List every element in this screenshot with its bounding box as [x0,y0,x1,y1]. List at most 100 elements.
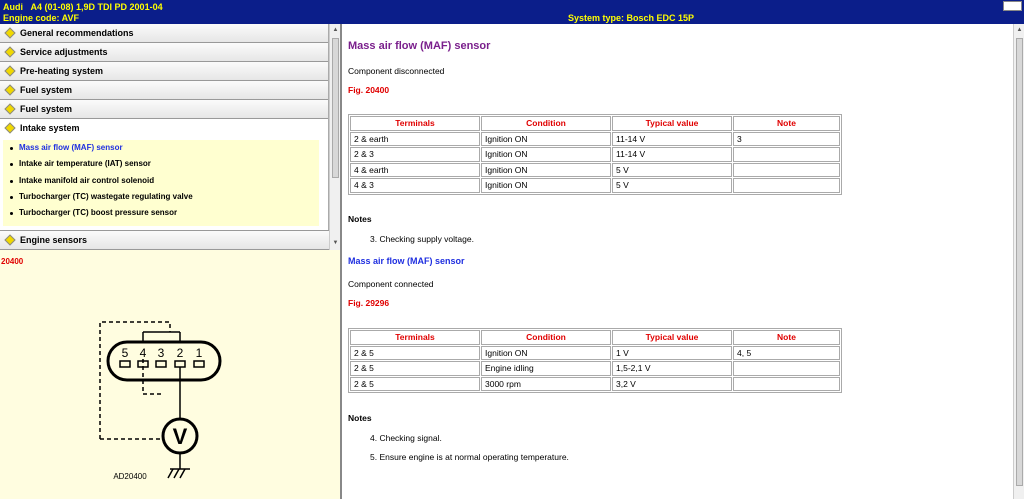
table-row: 2 & 5 Ignition ON 1 V 4, 5 [350,345,840,360]
table-cell: Ignition ON [481,345,611,360]
column-header: Condition [481,116,611,131]
note-item: 5. Ensure engine is at normal operating … [370,452,569,462]
table-cell [733,178,840,193]
pin-label: 1 [196,346,203,360]
menu-item-label: Fuel system [20,85,73,95]
scroll-up-arrow-icon[interactable]: ▲ [332,27,339,34]
bullet-icon [10,212,13,216]
bullet-icon [10,163,13,167]
table-cell: 4 & 3 [350,178,480,193]
data-table-connected: Terminals Condition Typical value Note 2… [348,328,842,393]
table-row: 2 & 5 Engine idling 1,5-2,1 V [350,361,840,376]
diamond-icon [4,234,16,246]
note-item: 4. Checking signal. [370,433,442,443]
vehicle-title: Audi A4 (01-08) 1,9D TDI PD 2001-04 [3,2,163,12]
notes-heading: Notes [348,413,372,423]
table-row: 2 & 5 3000 rpm 3,2 V [350,376,840,391]
table-cell: 5 V [612,178,732,193]
maf-wiring-diagram: 5 4 3 2 1 V AD20400 [99,321,222,481]
menu-item-label: Fuel system [20,104,73,114]
table-cell: 1,5-2,1 V [612,361,732,376]
menu-item-label: General recommendations [20,28,134,38]
diamond-icon [4,84,16,96]
submenu-item-label: Intake air temperature (IAT) sensor [19,159,151,169]
table-cell: 3 [733,131,840,146]
table-row: 4 & 3 Ignition ON 5 V [350,178,840,193]
column-header: Typical value [612,116,732,131]
column-header: Note [733,330,840,345]
menu-item-label: Intake system [20,123,80,133]
table-cell [733,162,840,177]
left-panel: General recommendations Service adjustme… [0,24,340,499]
diamond-icon [4,122,16,134]
section-subtitle: Mass air flow (MAF) sensor [348,256,465,266]
diagram-code: AD20400 [113,472,147,481]
menu-item-pre-heating-system[interactable]: Pre-heating system [0,62,328,81]
table-cell: 2 & 5 [350,345,480,360]
table-cell: 2 & earth [350,131,480,146]
table-cell: Ignition ON [481,162,611,177]
submenu-item-manifold-solenoid[interactable]: Intake manifold air control solenoid [3,173,319,189]
menu-item-fuel-system-2[interactable]: Fuel system [0,100,328,119]
menu-item-general-recommendations[interactable]: General recommendations [0,24,328,43]
table-cell: 4 & earth [350,162,480,177]
scroll-down-arrow-icon[interactable]: ▼ [332,240,339,247]
table-row: 4 & earth Ignition ON 5 V [350,162,840,177]
table-cell: Ignition ON [481,178,611,193]
figure-reference[interactable]: Fig. 20400 [348,85,389,95]
diamond-icon [4,65,16,77]
vehicle-make: Audi [3,2,23,12]
scroll-up-arrow-icon[interactable]: ▲ [1016,27,1023,34]
table-cell [733,147,840,162]
diamond-icon [4,46,16,58]
column-header: Note [733,116,840,131]
table-cell: 2 & 5 [350,361,480,376]
column-header: Typical value [612,330,732,345]
window-control-button[interactable] [1003,1,1022,11]
menu-item-fuel-system[interactable]: Fuel system [0,81,328,100]
ground-icon [167,468,190,479]
voltmeter-symbol: V [173,424,188,449]
scrollbar-thumb[interactable] [1016,38,1023,486]
table-cell: 2 & 5 [350,376,480,391]
submenu-item-wastegate-valve[interactable]: Turbocharger (TC) wastegate regulating v… [3,189,319,205]
figure-reference[interactable]: Fig. 29296 [348,298,389,308]
note-item: 3. Checking supply voltage. [370,234,474,244]
column-header: Terminals [350,116,480,131]
table-cell: 2 & 3 [350,147,480,162]
table-cell: 11-14 V [612,131,732,146]
scrollbar-thumb[interactable] [332,38,339,178]
engine-code: Engine code: AVF [3,13,80,23]
content-scrollbar[interactable]: ▲ [1013,24,1024,499]
menu-item-label: Service adjustments [20,47,108,57]
navigation-menu: General recommendations Service adjustme… [0,24,329,250]
title-bar: Audi A4 (01-08) 1,9D TDI PD 2001-04 Engi… [0,0,1024,24]
submenu-item-maf-sensor[interactable]: Mass air flow (MAF) sensor [3,140,319,156]
menu-item-label: Pre-heating system [20,66,104,76]
menu-item-service-adjustments[interactable]: Service adjustments [0,43,328,62]
menu-item-intake-system[interactable]: Intake system [0,119,328,138]
table-cell: 1 V [612,345,732,360]
table-cell: 3,2 V [612,376,732,391]
submenu-item-label: Turbocharger (TC) boost pressure sensor [19,208,178,218]
table-cell: 5 V [612,162,732,177]
page-title: Mass air flow (MAF) sensor [348,40,491,52]
table-cell: Ignition ON [481,147,611,162]
table-header-row: Terminals Condition Typical value Note [350,330,840,345]
content-panel: Mass air flow (MAF) sensor Component dis… [342,24,1013,499]
component-state: Component disconnected [348,66,445,76]
table-cell [733,361,840,376]
submenu-item-label: Mass air flow (MAF) sensor [19,143,123,152]
submenu-item-iat-sensor[interactable]: Intake air temperature (IAT) sensor [3,156,319,172]
table-cell: Ignition ON [481,131,611,146]
submenu-item-boost-pressure-sensor[interactable]: Turbocharger (TC) boost pressure sensor [3,205,319,221]
menu-item-engine-sensors[interactable]: Engine sensors [0,230,329,250]
table-row: 2 & earth Ignition ON 11-14 V 3 [350,131,840,146]
submenu-item-label: Turbocharger (TC) wastegate regulating v… [19,191,193,201]
data-table-disconnected: Terminals Condition Typical value Note 2… [348,114,842,195]
column-header: Terminals [350,330,480,345]
pin-label: 3 [158,346,165,360]
diamond-icon [4,103,16,115]
menu-scrollbar[interactable]: ▲ ▼ [329,24,340,250]
component-state: Component connected [348,279,434,289]
